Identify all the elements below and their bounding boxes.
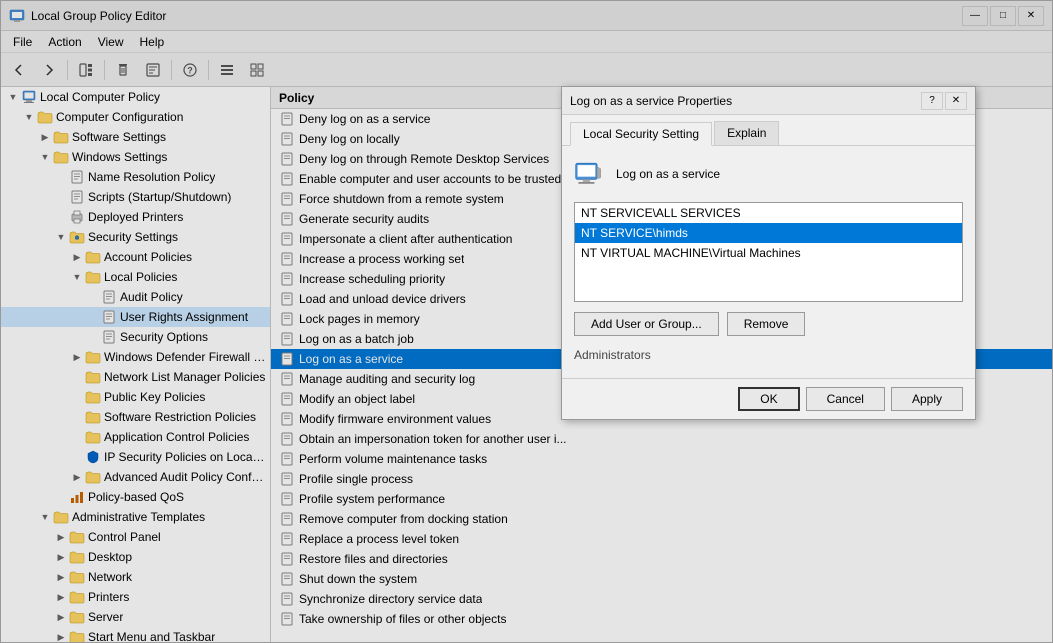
dialog-content: Log on as a service NT SERVICE\ALL SERVI… <box>562 146 975 378</box>
dialog-tabs: Local Security Setting Explain <box>562 115 975 146</box>
tab-explain[interactable]: Explain <box>714 121 779 145</box>
dialog-header-section: Log on as a service <box>574 158 963 190</box>
listbox-item-nt-himds[interactable]: NT SERVICE\himds <box>575 223 962 243</box>
dialog-controls: ? ✕ <box>921 92 967 110</box>
properties-dialog: Log on as a service Properties ? ✕ Local… <box>561 86 976 420</box>
dialog-close-button[interactable]: ✕ <box>945 92 967 110</box>
dialog-header-icon <box>574 158 606 190</box>
ok-button[interactable]: OK <box>738 387 799 411</box>
action-buttons: Add User or Group... Remove <box>574 312 963 336</box>
dialog-footer: OK Cancel Apply <box>562 378 975 419</box>
dialog-titlebar: Log on as a service Properties ? ✕ <box>562 87 975 115</box>
dialog-help-button[interactable]: ? <box>921 92 943 110</box>
listbox-item-label: NT SERVICE\himds <box>581 226 688 240</box>
listbox-item-nt-vm[interactable]: NT VIRTUAL MACHINE\Virtual Machines <box>575 243 962 263</box>
dialog-header-text: Log on as a service <box>616 167 720 181</box>
remove-button[interactable]: Remove <box>727 312 806 336</box>
dialog-title: Log on as a service Properties <box>570 94 921 108</box>
add-user-button[interactable]: Add User or Group... <box>574 312 719 336</box>
main-window: Local Group Policy Editor — □ ✕ File Act… <box>0 0 1053 643</box>
tab-local-security[interactable]: Local Security Setting <box>570 122 712 146</box>
cancel-button[interactable]: Cancel <box>806 387 885 411</box>
service-listbox[interactable]: NT SERVICE\ALL SERVICES NT SERVICE\himds… <box>574 202 963 302</box>
extra-section-label: Administrators <box>574 348 963 362</box>
apply-button[interactable]: Apply <box>891 387 963 411</box>
listbox-item-nt-all[interactable]: NT SERVICE\ALL SERVICES <box>575 203 962 223</box>
listbox-item-label: NT SERVICE\ALL SERVICES <box>581 206 741 220</box>
listbox-item-label: NT VIRTUAL MACHINE\Virtual Machines <box>581 246 801 260</box>
